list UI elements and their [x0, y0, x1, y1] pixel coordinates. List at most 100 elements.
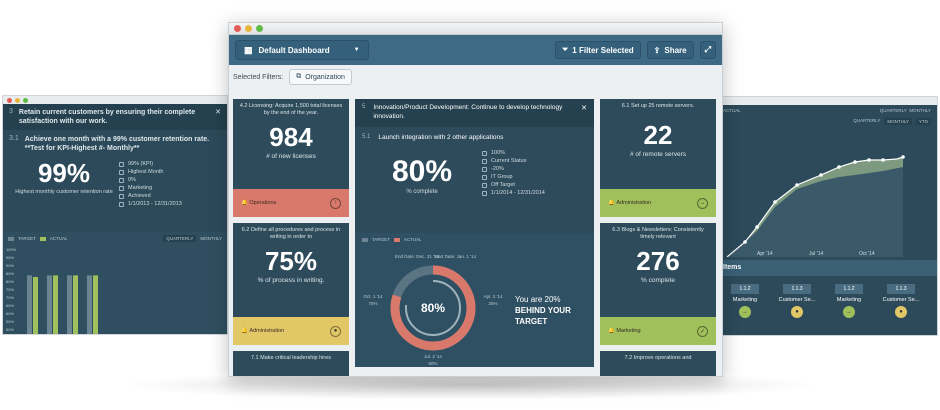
detail-text: Achieved	[128, 193, 151, 200]
arrow-up-icon: ↑	[330, 197, 341, 209]
items-list: 1.1.2 Marketing → 1.1.3 Customer Se... ● 1.1.2…	[717, 276, 937, 326]
actual-bar	[73, 275, 78, 334]
target-bar	[27, 275, 32, 334]
left-bar-chart: 100%95%90%85%80%75%70%65%60%55%50%35%	[6, 247, 98, 334]
tab-monthly[interactable]: MONTHLY	[909, 108, 931, 113]
y-tick: 55%	[6, 319, 14, 324]
item-status-icon: →	[843, 306, 855, 318]
left-window: 3 Retain current customers by ensuring t…	[2, 95, 228, 335]
detail-row: -20%	[482, 165, 545, 173]
dashboard-dropdown[interactable]: ▦ Default Dashboard ▼	[235, 40, 369, 60]
share-button[interactable]: ⇪ Share	[646, 41, 694, 59]
detail-row: Marketing	[119, 184, 182, 192]
minimize-dot[interactable]	[245, 25, 252, 32]
tile-owner: Marketing	[616, 328, 641, 334]
tile-sub: % complete	[641, 276, 675, 284]
item-status-icon: →	[739, 306, 751, 318]
detail-icon	[482, 158, 487, 164]
donut-value: 80%	[421, 301, 445, 315]
item-label: Customer Se...	[882, 297, 920, 303]
item-code: 1.1.2	[731, 284, 759, 294]
tile-header: 4.2 Licensing: Acquire 1,500 total licen…	[239, 103, 343, 117]
left-value: 99%	[37, 158, 91, 189]
detail-text: Current Status	[491, 158, 527, 164]
start-date-label: Start Date: Jan. 1 '14	[434, 254, 477, 259]
behind-line-2: BEHIND YOUR	[515, 306, 571, 315]
behind-line-1: You are 20%	[515, 295, 561, 304]
left-goal-text: Retain current customers by ensuring the…	[18, 109, 196, 126]
detail-icon	[482, 150, 487, 156]
tile-blogs[interactable]: 6.3 Blogs & Newsletters: Consistently ti…	[600, 223, 716, 345]
fullscreen-button[interactable]: ⤢	[699, 41, 716, 59]
detail-text: Highest Month	[128, 169, 164, 176]
tab-quarterly[interactable]: QUARTERLY	[163, 235, 197, 242]
item-card[interactable]: 1.1.3 Customer Se... ●	[879, 284, 923, 318]
detail-icon	[119, 193, 124, 199]
filter-button[interactable]: ⏷ 1 Filter Selected	[554, 41, 641, 59]
tab-quarterly-2[interactable]: QUARTERLY	[853, 118, 880, 125]
detail-icon	[482, 174, 487, 180]
organization-chip[interactable]: ⧉ Organization	[289, 69, 352, 85]
close-icon[interactable]: ✕	[215, 108, 221, 126]
tab-ytd[interactable]: YTD	[916, 118, 931, 125]
detail-row: Off Target	[482, 181, 545, 189]
kpi-value: 80%	[391, 155, 453, 188]
tile-innovation[interactable]: 5 Innovation/Product Development: Contin…	[355, 99, 594, 367]
actual-bar	[33, 277, 38, 334]
tile-value: 984	[269, 121, 313, 152]
item-card[interactable]: 1.1.3 Customer Se... ●	[775, 284, 819, 318]
tile-procedures[interactable]: 6.2 Define all procedures and process in…	[233, 223, 349, 345]
detail-text: 0%	[128, 177, 136, 184]
donut-chart: 80% End Date: Dec. 31 '14 Start Date: Ja…	[363, 254, 571, 366]
maximize-dot[interactable]	[256, 25, 263, 32]
tile-leadership[interactable]: 7.1 Make critical leadership hires	[233, 351, 349, 376]
tab-monthly-2[interactable]: MONTHLY	[884, 118, 912, 125]
close-icon[interactable]: ✕	[581, 104, 587, 122]
tile-value: 22	[643, 120, 673, 151]
goal-title: Innovation/Product Development: Continue…	[373, 104, 563, 120]
actual-swatch	[393, 237, 400, 242]
arrow-right-icon: →	[697, 197, 708, 209]
tile-value: 276	[636, 245, 680, 276]
filter-bar: Selected Filters: ⧉ Organization	[229, 65, 722, 89]
behind-line-3: TARGET	[515, 317, 547, 326]
item-card[interactable]: 1.1.2 Marketing →	[827, 284, 871, 318]
item-card[interactable]: 1.1.2 Marketing →	[723, 284, 767, 318]
apr-label: Apr. 2 '14	[484, 294, 503, 299]
item-code: 1.1.3	[783, 284, 811, 294]
target-bar	[67, 275, 72, 334]
kpi-value-label: % complete	[406, 189, 438, 195]
share-icon: ⇪	[653, 45, 661, 55]
detail-text: -20%	[491, 166, 504, 172]
detail-row: 100%	[482, 149, 545, 157]
item-status-icon: ●	[895, 306, 907, 318]
detail-text: Marketing	[128, 185, 153, 192]
left-details: 99% (KPI) Highest Month 0% Marketing Achieve…	[119, 158, 182, 208]
tab-monthly[interactable]: MONTHLY	[200, 236, 222, 241]
tile-servers[interactable]: 6.1 Set up 25 remote servers. 22 # of re…	[600, 99, 716, 217]
tile-operations[interactable]: 7.2 Improve operations and	[600, 351, 716, 376]
tile-footer: 🔔 Operations ↑	[233, 189, 349, 217]
minimize-dot[interactable]	[15, 97, 20, 103]
item-code: 1.1.3	[887, 284, 915, 294]
target-area	[727, 157, 903, 257]
tile-owner: Administration	[616, 200, 652, 206]
maximize-dot[interactable]	[23, 97, 28, 103]
detail-icon	[482, 190, 487, 196]
main-window: ▦ Default Dashboard ▼ ⏷ 1 Filter Selecte…	[228, 22, 723, 377]
mid-value-block: 80% % complete	[362, 149, 482, 197]
tile-licenses[interactable]: 4.2 Licensing: Acquire 1,500 total licen…	[233, 99, 349, 217]
actual-swatch	[39, 236, 46, 241]
target-bar	[47, 275, 52, 334]
close-dot[interactable]	[7, 97, 12, 103]
chevron-down-icon: ▼	[353, 47, 360, 53]
tile-header: 6.3 Blogs & Newsletters: Consistently ti…	[612, 227, 704, 241]
right-tabs: QUARTERLY MONTHLY YTD	[717, 116, 937, 127]
legend-actual: ACTUAL	[723, 108, 741, 113]
left-value-block: 99% Highest monthly customer retention r…	[9, 158, 119, 208]
close-dot[interactable]	[234, 25, 241, 32]
item-label: Customer Se...	[778, 297, 816, 303]
tab-quarterly[interactable]: QUARTERLY	[880, 108, 907, 113]
detail-icon	[482, 166, 487, 172]
item-label: Marketing	[732, 297, 758, 303]
